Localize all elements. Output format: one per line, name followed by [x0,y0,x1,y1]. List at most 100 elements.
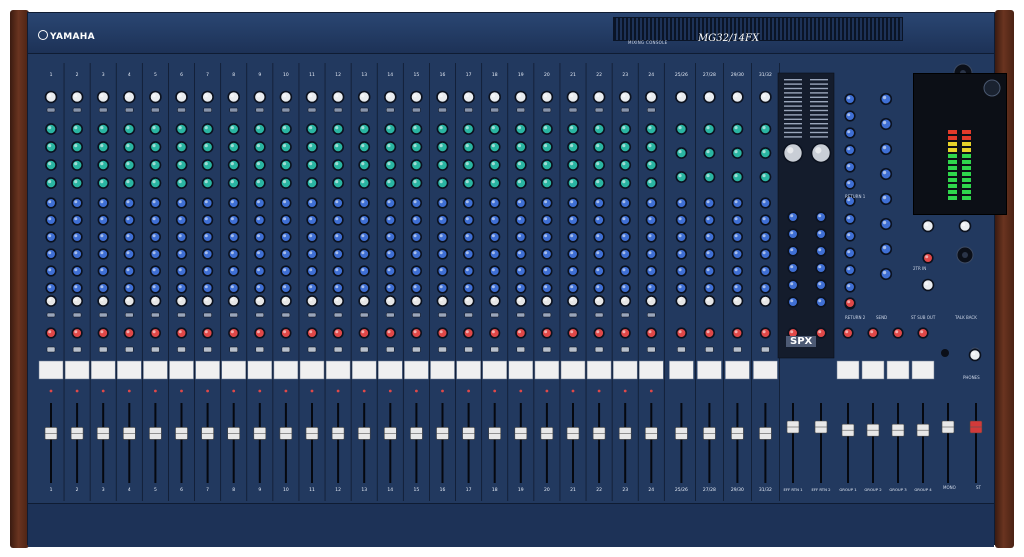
pad-button[interactable] [307,107,317,113]
pan-knob[interactable] [568,296,578,306]
eq-high-knob[interactable] [176,124,187,134]
eq-mid-knob[interactable] [542,160,552,170]
aux-send-knob-5[interactable] [281,266,291,276]
eq-high-knob[interactable] [489,124,500,134]
eq-high-knob[interactable] [46,124,56,134]
group-on-button[interactable] [843,328,853,338]
aux-send-knob-4[interactable] [176,249,187,259]
aux-send-knob-5[interactable] [359,266,369,276]
gain-knob[interactable] [280,91,292,103]
eq-mid-knob[interactable] [98,160,109,170]
aux-send-knob-3[interactable] [464,232,474,242]
aux-send-knob-4[interactable] [464,249,474,259]
stereo-gain-knob[interactable] [732,91,743,103]
stereo-aux-send-knob-1[interactable] [732,198,743,208]
pad-button[interactable] [490,107,499,113]
effect-2-param-knob[interactable] [816,263,826,273]
aux-send-knob-6[interactable] [255,283,265,293]
eq-mid-knob[interactable] [411,160,422,170]
group-assign-button[interactable] [359,312,369,318]
pfl-button[interactable] [229,346,238,353]
eq-high-knob[interactable] [280,124,291,134]
on-button[interactable] [594,328,604,338]
effect-1-param-knob[interactable] [788,297,798,307]
stereo-gain-knob[interactable] [704,91,715,103]
aux-send-knob-2[interactable] [385,215,395,225]
gain-knob[interactable] [645,91,657,103]
aux-send-knob-3[interactable] [411,232,422,242]
aux-send-knob-3[interactable] [594,232,604,242]
aux-send-knob-4[interactable] [307,249,317,259]
pfl-button[interactable] [151,346,160,353]
stereo-eq-mid-knob[interactable] [704,148,715,158]
gain-knob[interactable] [150,91,161,103]
pad-button[interactable] [542,107,552,113]
aux-send-knob-4[interactable] [385,249,395,259]
pan-knob[interactable] [646,296,657,306]
aux-send-knob-1[interactable] [333,198,343,208]
send-master-knob[interactable] [880,268,892,280]
aux-send-knob-1[interactable] [568,198,578,208]
aux-send-knob-1[interactable] [646,198,656,208]
return-2-knob[interactable] [845,231,855,241]
aux-send-knob-2[interactable] [46,215,56,225]
pad-button[interactable] [412,107,421,113]
group-assign-button[interactable] [72,312,82,318]
aux-send-knob-6[interactable] [490,283,500,293]
eq-low-knob[interactable] [542,178,552,188]
group-assign-button[interactable] [516,312,526,318]
aux-send-knob-3[interactable] [203,232,213,242]
pfl-button[interactable] [620,346,630,353]
stereo-pfl-button[interactable] [761,346,770,353]
aux-send-knob-3[interactable] [437,232,448,242]
eq-low-knob[interactable] [124,178,135,188]
pad-button[interactable] [125,107,134,113]
eq-mid-knob[interactable] [359,160,370,170]
group-assign-button[interactable] [412,312,421,318]
gain-knob[interactable] [332,91,344,103]
stereo-aux-send-knob-5[interactable] [760,266,771,276]
aux-send-knob-4[interactable] [411,249,422,259]
gain-knob[interactable] [202,91,213,103]
aux-send-knob-5[interactable] [333,266,343,276]
aux-send-knob-5[interactable] [594,266,604,276]
aux-send-knob-1[interactable] [542,198,552,208]
aux-send-knob-6[interactable] [307,283,317,293]
aux-send-knob-2[interactable] [542,215,552,225]
balance-knob[interactable] [676,296,687,306]
group-assign-button[interactable] [203,312,212,318]
aux-send-knob-1[interactable] [203,198,213,208]
eq-mid-knob[interactable] [463,160,474,170]
aux-send-knob-4[interactable] [150,249,160,259]
eq-mid-knob[interactable] [150,160,161,170]
stereo-pfl-button[interactable] [733,346,742,353]
aux-send-knob-5[interactable] [124,266,134,276]
eq-low-knob[interactable] [202,178,213,188]
aux-send-knob-4[interactable] [568,249,578,259]
pad-button[interactable] [281,107,291,113]
stereo-eq-high-knob[interactable] [704,124,715,134]
eq-low-knob[interactable] [489,178,500,188]
aux-send-knob-5[interactable] [176,266,187,276]
aux-send-knob-4[interactable] [437,249,448,259]
balance-knob[interactable] [760,296,771,306]
eq-mid-knob[interactable] [228,160,239,170]
gain-knob[interactable] [97,91,109,103]
aux-send-knob-4[interactable] [46,249,56,259]
pan-knob[interactable] [333,296,343,306]
eq-mid-freq-knob[interactable] [228,142,239,152]
pad-button[interactable] [464,107,473,113]
aux-send-knob-2[interactable] [255,215,265,225]
aux-send-knob-4[interactable] [594,249,604,259]
pan-knob[interactable] [542,296,552,306]
on-button[interactable] [490,328,500,338]
on-button[interactable] [568,328,578,338]
eq-low-knob[interactable] [46,178,56,188]
return-2-knob[interactable] [845,248,855,258]
pan-knob[interactable] [46,296,56,306]
aux-send-knob-3[interactable] [46,232,56,242]
pan-knob[interactable] [72,296,82,306]
aux-send-knob-3[interactable] [620,232,630,242]
stereo-eq-low-knob[interactable] [676,172,687,182]
aux-send-knob-2[interactable] [620,215,630,225]
